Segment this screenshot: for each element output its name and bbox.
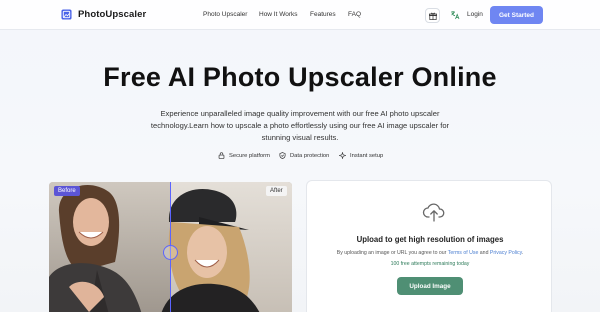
lock-icon bbox=[218, 152, 225, 159]
get-started-button[interactable]: Get Started bbox=[490, 6, 543, 24]
nav-faq[interactable]: FAQ bbox=[348, 11, 361, 18]
nav-how-it-works[interactable]: How It Works bbox=[259, 11, 298, 18]
sparkle-icon bbox=[339, 152, 346, 159]
hero-title: Free AI Photo Upscaler Online bbox=[103, 62, 497, 92]
login-link[interactable]: Login bbox=[467, 11, 483, 18]
free-attempts-remaining: 100 free attempts remaining today bbox=[390, 261, 470, 267]
feature-label: Data protection bbox=[290, 152, 330, 159]
feature-data-protection: Data protection bbox=[279, 152, 329, 159]
site-header: PhotoUpscaler Photo Upscaler How It Work… bbox=[0, 0, 600, 30]
gift-button[interactable] bbox=[425, 8, 440, 23]
nav-photo-upscaler[interactable]: Photo Upscaler bbox=[203, 11, 247, 18]
feature-secure-platform: Secure platform bbox=[218, 152, 270, 159]
terms-and: and bbox=[479, 250, 489, 256]
brand-logo[interactable]: PhotoUpscaler bbox=[61, 9, 146, 20]
hero-subtitle: Experience unparalleled image quality im… bbox=[150, 109, 450, 142]
logo-icon bbox=[61, 9, 72, 20]
translate-icon[interactable] bbox=[450, 10, 460, 20]
terms-prefix: By uploading an image or URL you agree t… bbox=[336, 250, 447, 256]
comparison-slider-handle[interactable] bbox=[163, 245, 178, 260]
nav-features[interactable]: Features bbox=[310, 11, 336, 18]
upload-image-button[interactable]: Upload Image bbox=[397, 277, 463, 295]
terms-suffix: . bbox=[521, 250, 524, 256]
upload-title: Upload to get high resolution of images bbox=[356, 235, 504, 244]
feature-label: Instant setup bbox=[350, 152, 384, 159]
cloud-upload-icon bbox=[422, 203, 445, 222]
feature-instant-setup: Instant setup bbox=[339, 152, 383, 159]
brand-name: PhotoUpscaler bbox=[78, 9, 147, 20]
feature-label: Secure platform bbox=[229, 152, 270, 159]
shield-icon bbox=[279, 152, 286, 159]
gift-icon bbox=[428, 12, 437, 20]
terms-of-use-link[interactable]: Terms of Use bbox=[448, 250, 479, 256]
after-label: After bbox=[266, 186, 287, 196]
before-label: Before bbox=[54, 186, 80, 196]
upload-panel[interactable]: Upload to get high resolution of images … bbox=[306, 180, 552, 312]
privacy-policy-link[interactable]: Privacy Policy bbox=[490, 250, 522, 256]
upload-terms: By uploading an image or URL you agree t… bbox=[307, 250, 553, 256]
